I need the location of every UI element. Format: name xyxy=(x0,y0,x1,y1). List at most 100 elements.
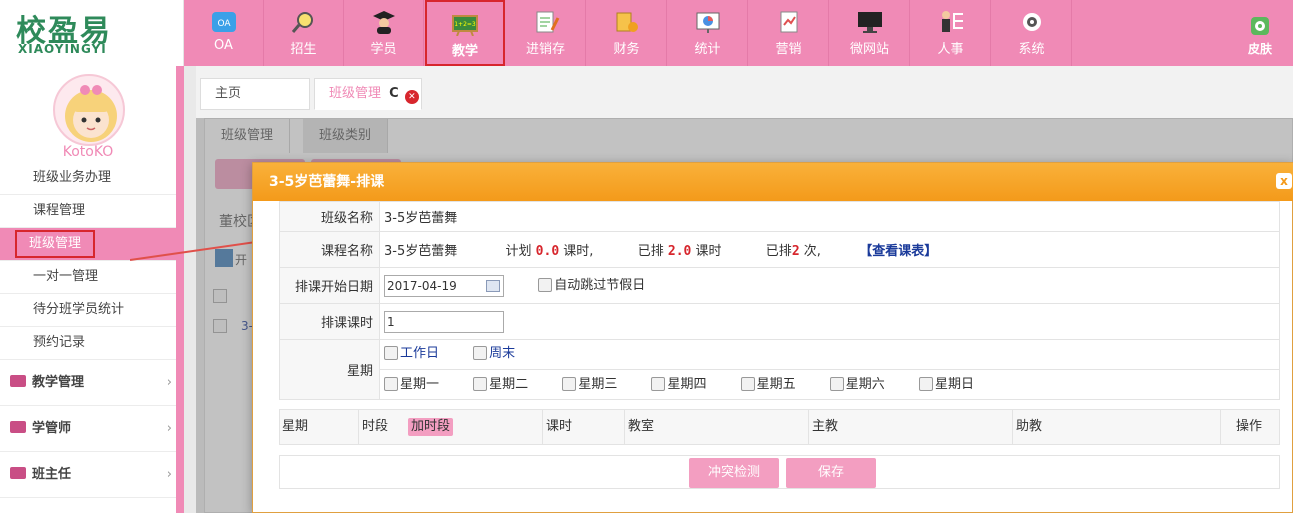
hours-input[interactable]: 1 xyxy=(384,310,504,333)
nav-microsite[interactable]: 微网站 xyxy=(830,0,910,66)
tab-class-management[interactable]: 班级管理 C ✕ xyxy=(314,78,422,110)
username: KotoKO xyxy=(62,144,114,160)
nav-finance[interactable]: 财务 xyxy=(587,0,667,66)
schedule-grid-header: 星期 时段 加时段 课时 教室 主教 助教 操作 xyxy=(279,409,1280,445)
nav-system[interactable]: 系统 xyxy=(992,0,1072,66)
calendar-icon[interactable] xyxy=(486,279,500,292)
course-name-value: 3-5岁芭蕾舞 xyxy=(384,244,458,259)
nav-label: 学员 xyxy=(370,42,397,57)
nav-label: 财务 xyxy=(613,42,640,57)
nav-personnel[interactable]: 人事 xyxy=(911,0,991,66)
skip-holiday-checkbox[interactable] xyxy=(538,278,553,293)
dialog-title: 3-5岁芭蕾舞-排课 xyxy=(269,174,385,190)
skin-label: 皮肤 xyxy=(1247,42,1272,56)
plan-prefix: 计划 xyxy=(505,244,532,259)
start-date-cell: 2017-04-19 自动跳过节假日 xyxy=(379,267,1280,304)
save-button[interactable]: 保存 xyxy=(786,458,876,488)
folder-icon xyxy=(10,421,26,433)
scheduled-hours-value: 2.0 xyxy=(667,244,692,259)
grid-col-period: 时段 xyxy=(362,419,389,434)
tab-home[interactable]: 主页 xyxy=(200,78,310,110)
grid-col-hours: 课时 xyxy=(546,419,573,434)
sidebar: KotoKO 班级业务办理 课程管理 班级管理 一对一管理 待分班学员统计 预约… xyxy=(0,66,176,513)
workday-checkbox[interactable] xyxy=(384,346,398,360)
marketing-icon xyxy=(780,11,797,33)
plan-unit: 课时, xyxy=(563,244,594,259)
nav-label: 营销 xyxy=(775,42,802,57)
tuesday-label: 星期二 xyxy=(489,377,529,392)
schedule-form: 班级名称 3-5岁芭蕾舞 课程名称 3-5岁芭蕾舞 计划 0.0 课时, 已排 … xyxy=(279,201,1280,400)
nav-label: 进销存 xyxy=(525,42,565,57)
finance-icon xyxy=(616,12,638,32)
refresh-icon[interactable]: C xyxy=(389,79,399,109)
grid-col-week: 星期 xyxy=(282,419,309,434)
view-schedule-link[interactable]: 【查看课表】 xyxy=(859,244,937,259)
times-prefix: 已排 xyxy=(765,244,792,259)
sidebar-item-label: 待分班学员统计 xyxy=(33,302,125,317)
tab-label: 班级管理 xyxy=(329,86,382,101)
nav-teaching[interactable]: 1+2=3 教学 xyxy=(425,0,505,66)
magnifier-icon xyxy=(291,12,313,33)
wednesday-checkbox[interactable] xyxy=(562,377,577,391)
times-value: 2 xyxy=(791,244,800,259)
nav-label: 人事 xyxy=(937,42,964,57)
nav-students[interactable]: 学员 xyxy=(344,0,424,66)
sidebar-scrollbar[interactable] xyxy=(176,66,184,513)
scheduled-prefix: 已排 xyxy=(637,244,664,259)
nav-statistics[interactable]: 统计 xyxy=(668,0,748,66)
nav-label: 统计 xyxy=(694,42,721,57)
monitor-icon xyxy=(857,12,882,33)
skin-button[interactable]: 皮肤 xyxy=(1227,0,1293,66)
week-label: 星期 xyxy=(279,339,380,400)
class-name-label: 班级名称 xyxy=(279,201,380,232)
close-tab-icon[interactable]: ✕ xyxy=(404,90,419,104)
sidebar-group-head-teacher[interactable]: 班主任 › xyxy=(0,452,176,498)
sidebar-group-advisor[interactable]: 学管师 › xyxy=(0,406,176,452)
blackboard-icon: 1+2=3 xyxy=(452,15,478,36)
dialog-close-icon[interactable]: x xyxy=(1276,173,1292,189)
nav-label: 教学 xyxy=(451,44,478,59)
weekend-checkbox[interactable] xyxy=(473,346,488,360)
class-name-value: 3-5岁芭蕾舞 xyxy=(379,201,1280,232)
sunday-checkbox[interactable] xyxy=(918,377,933,391)
schedule-dialog: 3-5岁芭蕾舞-排课 x 班级名称 3-5岁芭蕾舞 课程名称 3-5岁芭蕾舞 计… xyxy=(252,162,1293,513)
avatar[interactable] xyxy=(53,74,125,146)
start-date-input[interactable]: 2017-04-19 xyxy=(384,274,504,297)
grid-col-teacher: 主教 xyxy=(812,419,839,434)
saturday-checkbox[interactable] xyxy=(829,377,844,391)
folder-icon xyxy=(10,375,26,387)
chevron-right-icon: › xyxy=(166,421,172,436)
monday-checkbox[interactable] xyxy=(384,377,398,391)
monday-label: 星期一 xyxy=(400,377,440,392)
logo-sub-text: XIAOYINGYI xyxy=(18,42,107,56)
sidebar-item-pending-students[interactable]: 待分班学员统计 xyxy=(0,294,176,327)
skin-gear-icon xyxy=(1251,17,1269,35)
dialog-header: 3-5岁芭蕾舞-排课 x xyxy=(253,163,1293,201)
folder-icon xyxy=(10,467,26,479)
nav-label: OA xyxy=(214,38,233,53)
sidebar-group-teaching[interactable]: 教学管理 › xyxy=(0,360,176,406)
nav-enroll[interactable]: 招生 xyxy=(264,0,344,66)
sidebar-item-course-management[interactable]: 课程管理 xyxy=(0,195,176,228)
svg-text:1+2=3: 1+2=3 xyxy=(454,21,476,28)
sidebar-item-class-business[interactable]: 班级业务办理 xyxy=(0,162,176,195)
start-date-value: 2017-04-19 xyxy=(387,278,457,293)
friday-checkbox[interactable] xyxy=(740,377,755,391)
add-period-button[interactable]: 加时段 xyxy=(408,418,454,436)
nav-marketing[interactable]: 营销 xyxy=(749,0,829,66)
sidebar-group-label: 学管师 xyxy=(32,421,72,436)
course-name-label: 课程名称 xyxy=(279,231,380,268)
girl-avatar-icon xyxy=(65,85,117,142)
hours-cell: 1 xyxy=(379,303,1280,340)
thursday-checkbox[interactable] xyxy=(651,377,666,391)
sidebar-item-reservations[interactable]: 预约记录 xyxy=(0,327,176,360)
nav-oa[interactable]: OA OA xyxy=(184,0,264,66)
sidebar-item-label: 预约记录 xyxy=(33,335,86,350)
plan-hours-value: 0.0 xyxy=(535,244,560,259)
conflict-check-button[interactable]: 冲突检测 xyxy=(689,458,779,488)
graduate-icon xyxy=(372,11,395,34)
weekend-label: 周末 xyxy=(489,346,516,361)
inventory-icon xyxy=(536,11,559,33)
nav-inventory[interactable]: 进销存 xyxy=(506,0,586,66)
tuesday-checkbox[interactable] xyxy=(473,377,488,391)
